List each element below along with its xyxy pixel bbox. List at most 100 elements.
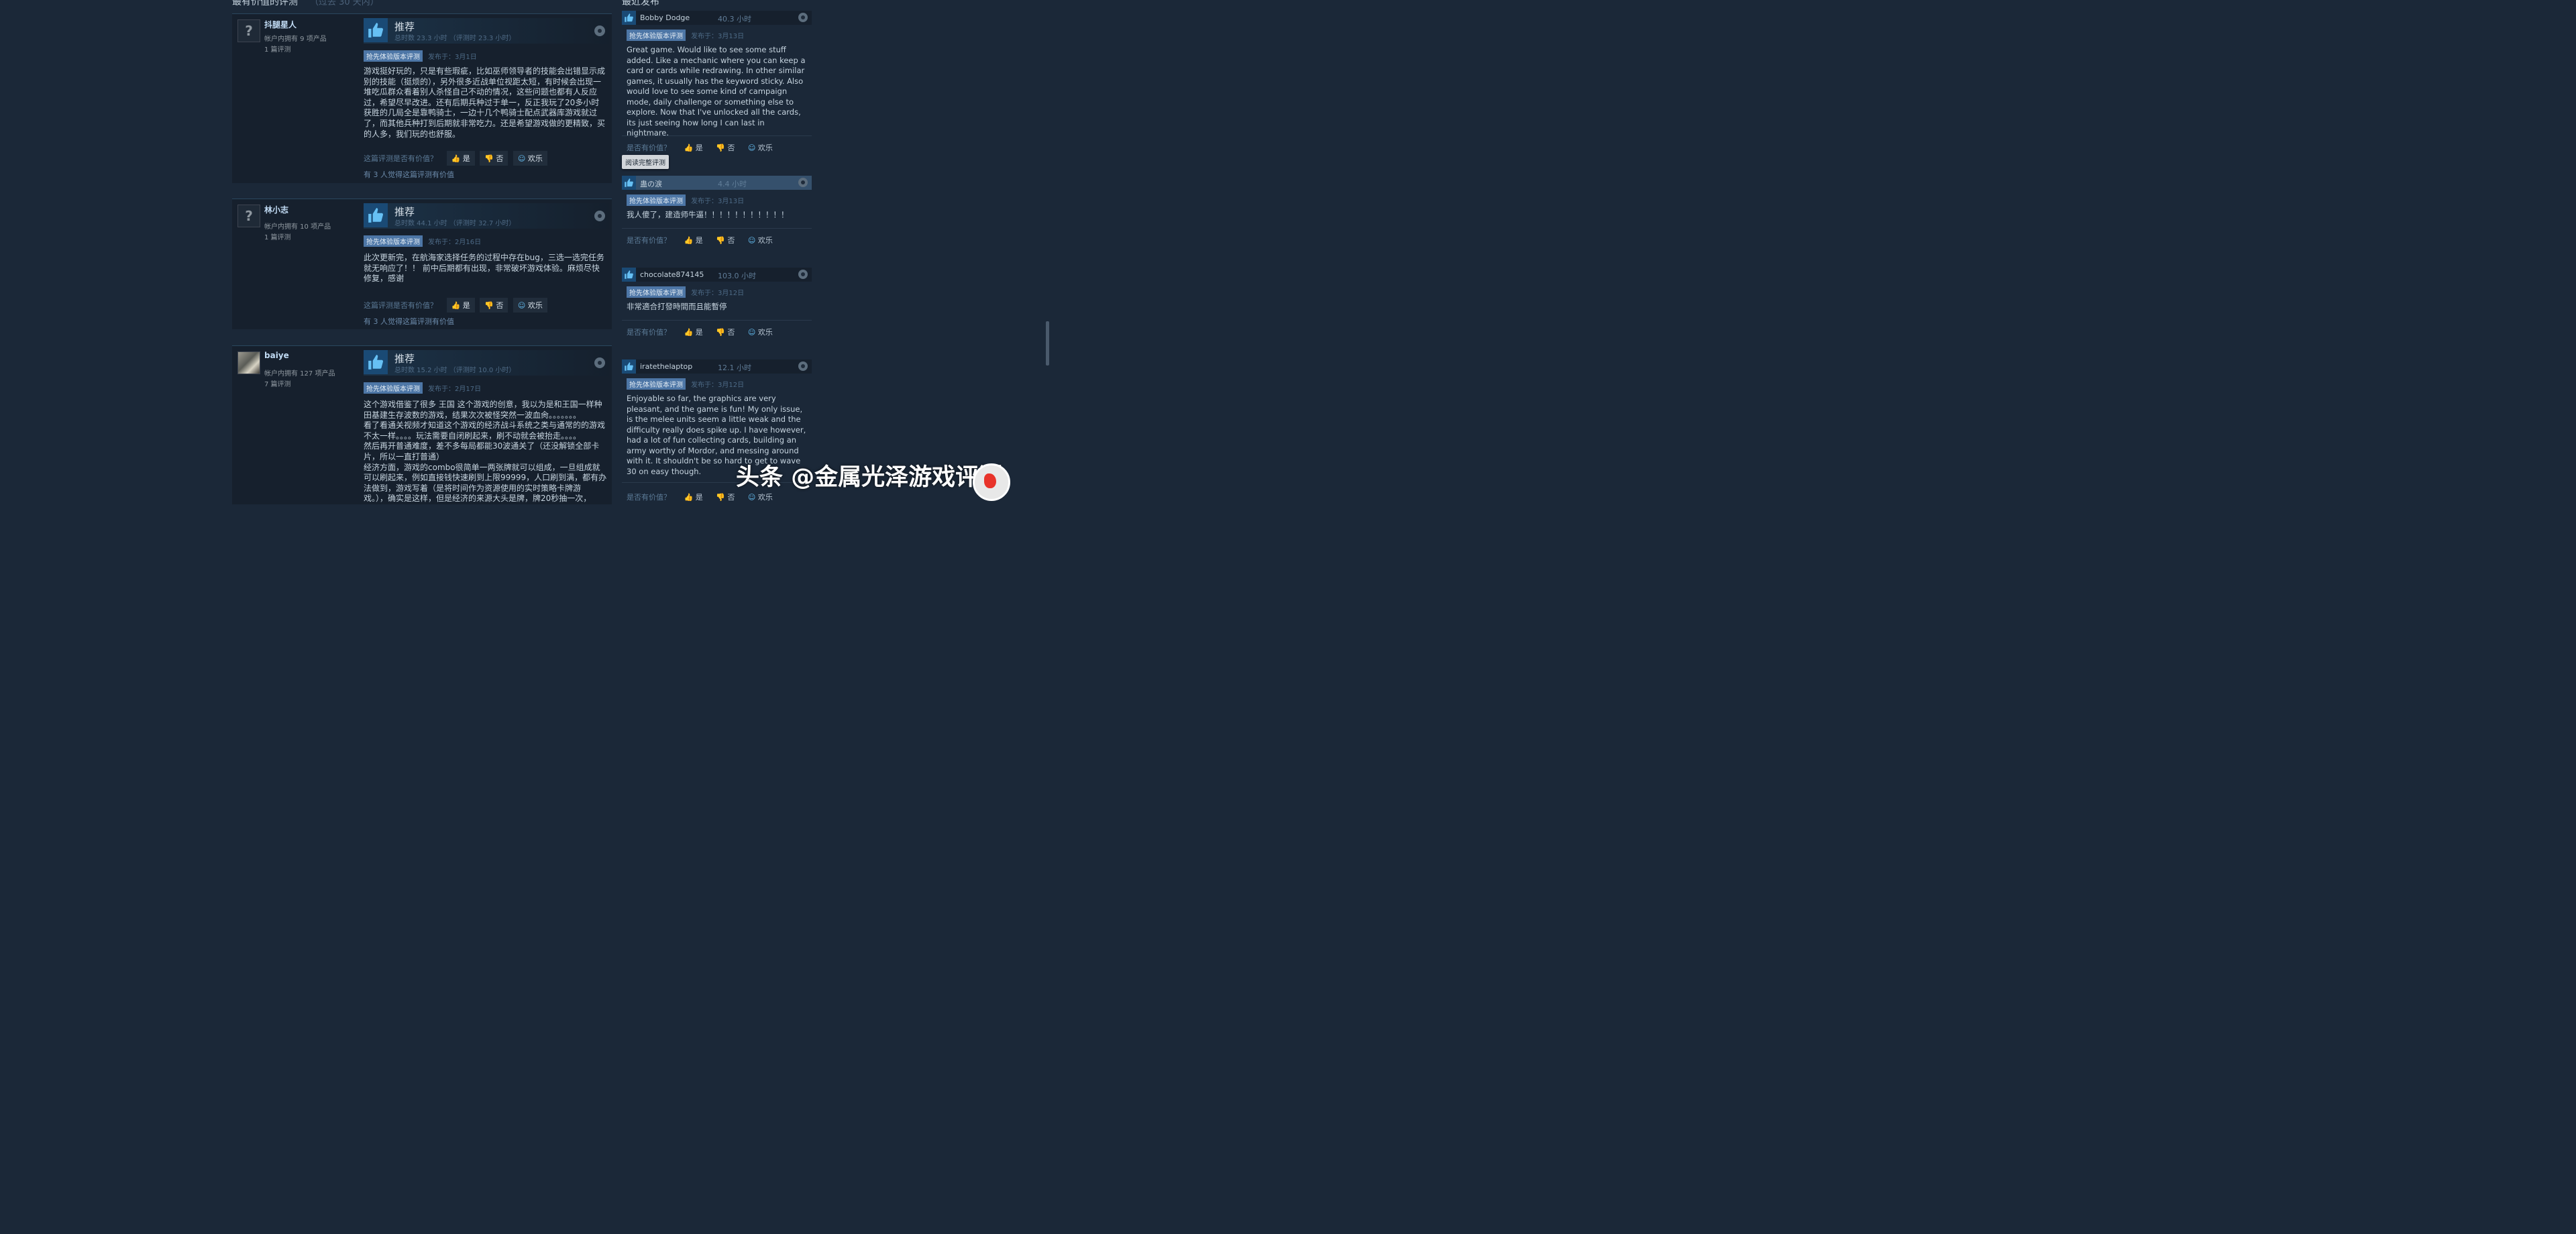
- vote-no-button[interactable]: 👎 否: [716, 492, 735, 502]
- smiley-icon: ☺: [747, 236, 756, 245]
- posted-date: 发布于：3月13日: [691, 198, 745, 205]
- section-title-recent: 最近发布: [622, 0, 659, 7]
- thumbs-up-icon: 👍: [684, 236, 694, 245]
- thumbs-up-icon: 👍: [451, 154, 461, 163]
- review-verdict-header[interactable]: 推荐 总时数 15.2 小时 （评测时 10.0 小时）: [364, 350, 609, 376]
- vote-yes-button[interactable]: 👍 是: [684, 327, 703, 337]
- review-text: 此次更新完，在航海家选择任务的过程中存在bug，三选一选完任务就无响应了！！ 前…: [364, 253, 604, 284]
- early-access-badge: 抢先体验版本评测: [364, 50, 423, 62]
- vote-yes-button[interactable]: 👍 是: [684, 142, 703, 153]
- vote-no-label: 否: [727, 328, 735, 337]
- smiley-icon: ☺: [517, 154, 526, 163]
- review-card: ? 林小志 帐户内拥有 10 项产品 1 篇评测 推荐 总时数 44.1 小时 …: [232, 199, 612, 329]
- review-verdict-header[interactable]: 推荐 总时数 44.1 小时 （评测时 32.7 小时）: [364, 203, 609, 229]
- vote-funny-button[interactable]: ☺ 欢乐: [748, 142, 773, 153]
- posted-date: 发布于：3月12日: [691, 382, 745, 389]
- vote-no-button[interactable]: 👎 否: [716, 235, 735, 245]
- divider: [622, 135, 812, 136]
- helpful-question: 这篇评测是否有价值？: [364, 301, 437, 310]
- avatar[interactable]: ?: [237, 19, 260, 42]
- scrollbar-thumb[interactable]: [1046, 321, 1049, 366]
- smiley-icon: ☺: [747, 144, 756, 152]
- author-name[interactable]: 抖腿星人: [264, 19, 297, 30]
- smiley-icon: ☺: [747, 493, 756, 502]
- review-text: 游戏挺好玩的，只是有些瑕疵，比如巫师领导者的技能会出错显示成别的技能（挺烦的），…: [364, 66, 606, 139]
- helpful-question: 是否有价值？: [627, 328, 671, 337]
- author-products[interactable]: 帐户内拥有 10 项产品: [264, 221, 331, 231]
- section-title-most-helpful: 最有价值的评测 （过去 30 天内）: [232, 0, 379, 8]
- thumbs-up-icon: 👍: [684, 328, 694, 337]
- vote-funny-button[interactable]: ☺ 欢乐: [513, 298, 547, 313]
- helpful-vote-row: 是否有价值？ 👍 是 👎 否 ☺ 欢乐: [627, 327, 784, 337]
- avatar[interactable]: ?: [237, 205, 260, 227]
- section-subtitle: （过去 30 天内）: [310, 0, 379, 7]
- steam-logo-icon: [594, 211, 605, 221]
- early-access-badge: 抢先体验版本评测: [364, 382, 423, 394]
- vote-yes-label: 是: [695, 328, 703, 337]
- vote-yes-label: 是: [695, 493, 703, 502]
- playtime: 总时数 44.1 小时 （评测时 32.7 小时）: [394, 220, 516, 227]
- review-meta: 抢先体验版本评测 发布于：2月17日: [364, 382, 481, 394]
- recent-review-header[interactable]: Bobby Dodge 40.3 小时: [622, 11, 812, 25]
- read-full-review-tooltip[interactable]: 阅读完整评测: [622, 155, 669, 169]
- posted-date: 发布于：2月17日: [428, 386, 482, 393]
- vote-funny-label: 欢乐: [757, 493, 773, 502]
- recent-meta: 抢先体验版本评测 发布于：3月13日: [627, 30, 744, 41]
- vote-funny-label: 欢乐: [757, 328, 773, 337]
- vote-no-button[interactable]: 👎 否: [480, 151, 508, 166]
- author-name[interactable]: 林小志: [264, 204, 288, 215]
- recent-review: chocolate874145 103.0 小时 抢先体验版本评测 发布于：3月1…: [622, 268, 812, 343]
- vote-funny-label: 欢乐: [757, 144, 773, 152]
- author-products[interactable]: 帐户内拥有 127 项产品: [264, 368, 335, 378]
- vote-yes-button[interactable]: 👍 是: [446, 151, 475, 166]
- helpful-question: 是否有价值？: [627, 236, 671, 245]
- review-text-line: 田基建生存波数的游戏，结果次次被怪突然一波血肏。。。。。。。: [364, 410, 582, 420]
- review-text-line: 不太一样。。。。玩法需要自闭刷起来，刷不动就会被抬走。。。。: [364, 431, 582, 441]
- author-review-count[interactable]: 1 篇评测: [264, 231, 291, 241]
- recent-author-name[interactable]: 蛊の涙: [640, 178, 662, 189]
- vote-yes-button[interactable]: 👍 是: [684, 235, 703, 245]
- steam-logo-icon: [594, 25, 605, 36]
- recent-author-name[interactable]: Bobby Dodge: [640, 13, 690, 22]
- verdict-label: 推荐: [394, 353, 415, 365]
- recent-playtime: 12.1 小时: [718, 363, 751, 372]
- recent-author-name[interactable]: chocolate874145: [640, 270, 704, 279]
- vote-yes-label: 是: [695, 236, 703, 245]
- helpful-question: 这篇评测是否有价值？: [364, 154, 437, 163]
- section-title-text: 最有价值的评测: [232, 0, 298, 7]
- vote-no-button[interactable]: 👎 否: [716, 327, 735, 337]
- vote-yes-button[interactable]: 👍 是: [446, 298, 475, 313]
- vote-funny-button[interactable]: ☺ 欢乐: [748, 235, 773, 245]
- recent-meta: 抢先体验版本评测 发布于：3月12日: [627, 378, 744, 390]
- watermark-text: 头条 @金属光泽游戏评测: [736, 464, 1003, 491]
- vote-funny-button[interactable]: ☺ 欢乐: [513, 151, 547, 166]
- thumbs-up-icon: 👍: [684, 144, 694, 152]
- vote-yes-label: 是: [462, 154, 470, 163]
- divider: [622, 228, 812, 229]
- review-text-line: 法做到，游戏写着（是将时间作为资源使用的实时策略卡牌游: [364, 483, 582, 493]
- vote-no-button[interactable]: 👎 否: [716, 142, 735, 153]
- review-text-line: 然后再开普通难度，差不多每局都能30波通关了（还没解锁全部卡: [364, 441, 600, 451]
- recent-review-header[interactable]: 蛊の涙 4.4 小时: [622, 176, 812, 190]
- posted-date: 发布于：3月1日: [428, 54, 477, 61]
- author-review-count[interactable]: 1 篇评测: [264, 44, 291, 54]
- recent-playtime: 40.3 小时: [718, 15, 751, 23]
- thumbs-down-icon: 👎: [716, 236, 725, 245]
- author-review-count[interactable]: 7 篇评测: [264, 378, 291, 388]
- thumbs-up-icon: [622, 268, 636, 282]
- avatar[interactable]: [237, 351, 260, 374]
- vote-no-label: 否: [496, 154, 504, 163]
- early-access-badge: 抢先体验版本评测: [627, 378, 686, 390]
- recent-review-header[interactable]: chocolate874145 103.0 小时: [622, 268, 812, 282]
- recent-review-header[interactable]: iratethelaptop 12.1 小时: [622, 359, 812, 374]
- vote-yes-button[interactable]: 👍 是: [684, 492, 703, 502]
- vote-funny-button[interactable]: ☺ 欢乐: [748, 492, 773, 502]
- smiley-icon: ☺: [747, 328, 756, 337]
- review-verdict-header[interactable]: 推荐 总时数 23.3 小时 （评测时 23.3 小时）: [364, 18, 609, 44]
- recent-author-name[interactable]: iratethelaptop: [640, 362, 692, 371]
- vote-no-button[interactable]: 👎 否: [480, 298, 508, 313]
- steam-logo-icon: [798, 178, 808, 187]
- vote-funny-button[interactable]: ☺ 欢乐: [748, 327, 773, 337]
- author-products[interactable]: 帐户内拥有 9 项产品: [264, 33, 327, 43]
- author-name[interactable]: baiye: [264, 351, 289, 360]
